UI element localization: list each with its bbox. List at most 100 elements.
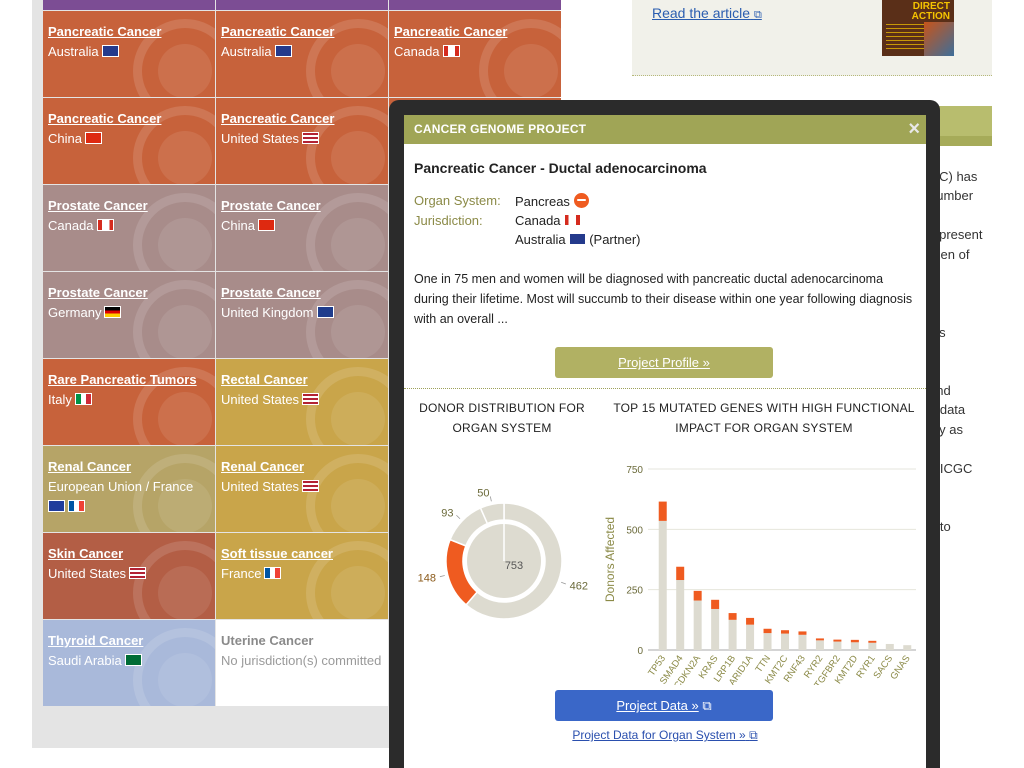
project-description: One in 75 men and women will be diagnose… xyxy=(414,272,913,326)
y-tick-label: 250 xyxy=(626,586,643,597)
tile-project-link[interactable]: Prostate Cancer xyxy=(221,285,388,301)
gb-flag-icon xyxy=(316,306,334,318)
section-divider xyxy=(404,388,926,389)
jurisdiction-canada-text: Canada xyxy=(515,213,561,228)
project-tile[interactable]: Prostate Cancer United Kingdom xyxy=(216,272,388,358)
project-profile-button[interactable]: Project Profile » xyxy=(555,347,773,378)
tile-jurisdiction-text: Germany xyxy=(48,305,102,320)
tile-project-link[interactable]: Pancreatic Cancer xyxy=(48,24,215,40)
bar-segment xyxy=(693,600,702,650)
tile-project-link[interactable]: Pancreatic Cancer xyxy=(221,24,388,40)
tile-jurisdiction: China xyxy=(221,217,388,234)
project-data-button[interactable]: Project Data » ⧉ xyxy=(555,690,773,721)
tile-project-link[interactable]: Pancreatic Cancer xyxy=(221,111,388,127)
project-tile[interactable]: Pancreatic Cancer Australia xyxy=(216,11,388,97)
jurisdiction-label: Jurisdiction: xyxy=(414,213,483,228)
tile-jurisdiction-text: European Union / France xyxy=(48,479,194,494)
tile-project-link[interactable]: Prostate Cancer xyxy=(48,198,215,214)
project-tile[interactable]: Prostate Cancer Germany xyxy=(43,272,215,358)
au-flag-icon xyxy=(101,45,119,57)
project-tile[interactable]: Prostate Cancer China xyxy=(216,185,388,271)
bar-segment xyxy=(798,634,807,650)
donut-inner-label: 753 xyxy=(505,560,523,572)
bar-segment xyxy=(885,643,894,650)
project-tile[interactable]: Prostate Cancer Canada xyxy=(43,185,215,271)
tile-project-link[interactable]: Pancreatic Cancer xyxy=(48,111,215,127)
cn-flag-icon xyxy=(257,219,275,231)
project-tile[interactable]: Skin Cancer United States xyxy=(43,533,215,619)
y-tick-label: 500 xyxy=(626,525,643,536)
au-flag-icon xyxy=(274,45,292,57)
jurisdiction-canada: Canada xyxy=(515,213,581,228)
tile-project-link[interactable]: Prostate Cancer xyxy=(221,198,388,214)
y-axis-label: Donors Affected xyxy=(603,517,617,602)
project-modal: CANCER GENOME PROJECT × Pancreatic Cance… xyxy=(404,115,926,768)
external-link-icon: ⧉ xyxy=(749,728,758,742)
project-name: Pancreatic Cancer - Ductal adenocarcinom… xyxy=(414,160,707,176)
project-tile[interactable]: Rare Pancreatic Tumors Italy xyxy=(43,359,215,445)
project-tile[interactable]: Pancreatic Cancer United States xyxy=(216,98,388,184)
tile-jurisdiction-text: Saudi Arabia xyxy=(48,653,122,668)
project-tile[interactable]: Rectal Cancer United States xyxy=(216,359,388,445)
donut-slice-label: 148 xyxy=(418,573,436,585)
tile-project-link[interactable]: Pancreatic Cancer xyxy=(394,24,561,40)
donor-distribution-chart: 462 148 93 50 753 xyxy=(418,488,588,620)
jurisdiction-australia: Australia (Partner) xyxy=(515,232,641,247)
fr-flag-icon xyxy=(264,567,282,579)
project-tile[interactable]: Renal Cancer United States xyxy=(216,446,388,532)
bar-segment xyxy=(850,642,859,650)
project-tile[interactable]: Soft tissue cancer France xyxy=(216,533,388,619)
organ-system-data-link[interactable]: Project Data for Organ System » ⧉ xyxy=(404,728,926,743)
tile-jurisdiction: Saudi Arabia xyxy=(48,652,215,669)
tile-jurisdiction-text: Australia xyxy=(221,44,272,59)
project-tile[interactable]: Pancreatic Cancer China xyxy=(43,98,215,184)
bar-segment-highlight xyxy=(676,566,685,581)
donut-label-leader xyxy=(489,496,492,502)
tile-jurisdiction: United States xyxy=(221,130,388,147)
tile-jurisdiction-text: United Kingdom xyxy=(221,305,314,320)
tile-project-link[interactable]: Soft tissue cancer xyxy=(221,546,388,562)
close-icon[interactable]: × xyxy=(908,118,920,140)
pancreas-icon xyxy=(573,193,589,208)
tile-project-link[interactable]: Rare Pancreatic Tumors xyxy=(48,372,215,388)
de-flag-icon xyxy=(104,306,122,318)
tile-project-link[interactable]: Renal Cancer xyxy=(48,459,215,475)
tile-project-link[interactable]: Skin Cancer xyxy=(48,546,215,562)
read-article-link[interactable]: Read the article ⧉ xyxy=(652,5,762,22)
tile-jurisdiction: European Union / France xyxy=(48,478,215,495)
ca-flag-icon xyxy=(442,45,460,57)
bar-segment xyxy=(658,520,667,650)
tile-jurisdiction: Australia xyxy=(221,43,388,60)
direct-action-title: DIRECT ACTION xyxy=(911,1,950,22)
project-tile[interactable]: Thyroid Cancer Saudi Arabia xyxy=(43,620,215,706)
direct-action-cover-image[interactable]: DIRECT ACTION xyxy=(882,0,954,56)
tile-jurisdiction: No jurisdiction(s) committed xyxy=(221,652,388,669)
project-tile[interactable]: Renal Cancer European Union / France xyxy=(43,446,215,532)
organ-data-label: Project Data for Organ System » xyxy=(572,728,746,742)
project-tile[interactable]: Uterine Cancer No jurisdiction(s) committ… xyxy=(216,620,388,706)
project-tile[interactable]: Pancreatic Cancer Canada xyxy=(389,11,561,97)
tile-project-link[interactable]: Renal Cancer xyxy=(221,459,388,475)
bar-segment-highlight xyxy=(850,639,859,643)
donut-label-leader xyxy=(456,514,461,520)
bar-segment xyxy=(833,641,842,650)
project-tile[interactable]: Pancreatic Cancer Australia xyxy=(43,11,215,97)
tile-jurisdiction: United States xyxy=(48,565,215,582)
bar-segment-highlight xyxy=(798,631,807,635)
tile-jurisdiction-text: France xyxy=(221,566,262,581)
bar-segment-highlight xyxy=(763,628,772,634)
tile-jurisdiction: France xyxy=(221,565,388,582)
bar-segment-highlight xyxy=(833,639,842,642)
it-flag-icon xyxy=(74,393,92,405)
mutated-genes-chart: 0250500750Donors AffectedTP53SMAD4CDKN2A… xyxy=(603,465,916,685)
tile-jurisdiction: Canada xyxy=(48,217,215,234)
bar-segment xyxy=(728,619,737,650)
bar-segment xyxy=(781,633,789,650)
tile-project-link[interactable]: Rectal Cancer xyxy=(221,372,388,388)
bar-segment xyxy=(676,580,685,650)
tile-project-link[interactable]: Thyroid Cancer xyxy=(48,633,215,649)
tile-project-link[interactable]: Prostate Cancer xyxy=(48,285,215,301)
tile-jurisdiction-text: Australia xyxy=(48,44,99,59)
tile-jurisdiction: China xyxy=(48,130,215,147)
bar-segment xyxy=(711,608,720,650)
